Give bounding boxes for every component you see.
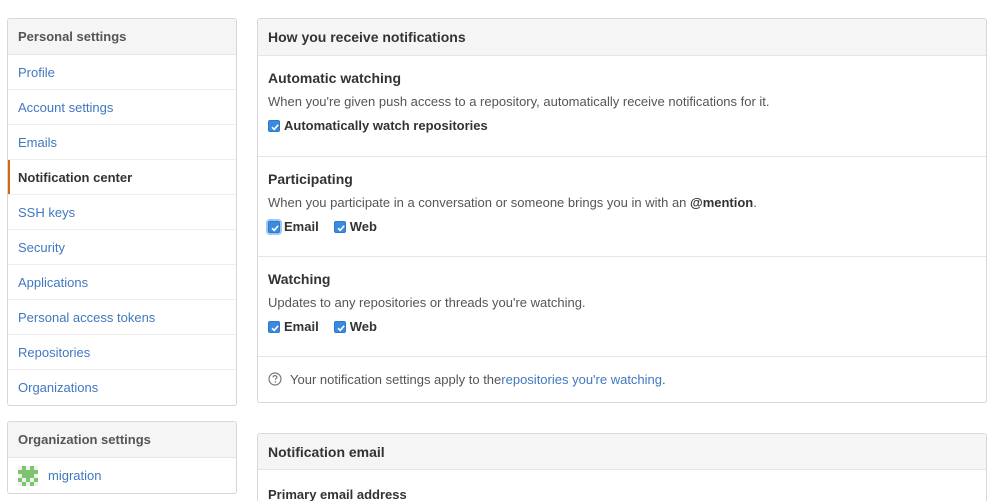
sidebar-item-organizations[interactable]: Organizations bbox=[8, 370, 236, 405]
organization-settings-menu: Organization settings migration bbox=[7, 421, 237, 494]
sidebar-item-profile[interactable]: Profile bbox=[8, 55, 236, 90]
checkbox-checked-icon bbox=[268, 220, 280, 233]
automatically-watch-label: Automatically watch repositories bbox=[284, 118, 488, 133]
sidebar-item-personal-access-tokens[interactable]: Personal access tokens bbox=[8, 300, 236, 335]
automatic-watching-section: Automatic watching When you're given pus… bbox=[258, 56, 986, 157]
sidebar-item-migration[interactable]: migration bbox=[8, 458, 236, 493]
sidebar-item-applications[interactable]: Applications bbox=[8, 265, 236, 300]
notification-email-box: Notification email Primary email address bbox=[257, 433, 987, 501]
automatic-watching-heading: Automatic watching bbox=[268, 70, 402, 86]
participating-web-checkbox[interactable]: Web bbox=[333, 219, 377, 234]
checkbox-checked-icon bbox=[333, 320, 346, 333]
watching-heading: Watching bbox=[268, 271, 331, 287]
sidebar-item-emails[interactable]: Emails bbox=[8, 125, 236, 160]
participating-heading: Participating bbox=[268, 171, 353, 187]
organization-settings-heading: Organization settings bbox=[8, 422, 236, 458]
automatically-watch-checkbox[interactable]: Automatically watch repositories bbox=[268, 118, 488, 133]
checkbox-checked-icon bbox=[333, 220, 346, 233]
watching-email-label: Email bbox=[284, 319, 319, 334]
sidebar-item-account-settings[interactable]: Account settings bbox=[8, 90, 236, 125]
automatic-watching-description: When you're given push access to a repos… bbox=[268, 94, 770, 109]
participating-email-checkbox[interactable]: Email bbox=[268, 219, 319, 234]
participating-description-end: . bbox=[753, 195, 757, 210]
personal-settings-menu: Personal settings Profile Account settin… bbox=[7, 18, 237, 406]
sidebar-item-ssh-keys[interactable]: SSH keys bbox=[8, 195, 236, 230]
org-name: migration bbox=[48, 468, 102, 483]
participating-section: Participating When you participate in a … bbox=[258, 157, 986, 257]
footnote-end: . bbox=[662, 371, 666, 387]
watching-web-label: Web bbox=[349, 319, 377, 334]
notification-email-title: Notification email bbox=[258, 434, 986, 470]
identicon-icon bbox=[18, 465, 38, 486]
participating-description: When you participate in a conversation o… bbox=[268, 195, 976, 210]
watching-description: Updates to any repositories or threads y… bbox=[268, 295, 586, 310]
watching-web-checkbox[interactable]: Web bbox=[333, 319, 377, 334]
participating-web-label: Web bbox=[349, 219, 377, 234]
notification-footnote: Your notification settings apply to the … bbox=[258, 357, 986, 401]
mention-text: @mention bbox=[690, 195, 754, 210]
footnote-text: Your notification settings apply to the bbox=[290, 371, 502, 387]
checkbox-checked-icon bbox=[268, 320, 280, 333]
watching-email-checkbox[interactable]: Email bbox=[268, 319, 319, 334]
watching-repositories-link[interactable]: repositories you're watching bbox=[501, 372, 662, 387]
sidebar-item-repositories[interactable]: Repositories bbox=[8, 335, 236, 370]
participating-email-label: Email bbox=[284, 219, 319, 234]
notifications-box: How you receive notifications Automatic … bbox=[257, 18, 987, 403]
checkbox-checked-icon bbox=[268, 119, 280, 132]
notifications-box-title: How you receive notifications bbox=[258, 19, 986, 56]
sidebar-item-security[interactable]: Security bbox=[8, 230, 236, 265]
question-icon bbox=[268, 372, 282, 386]
primary-email-label: Primary email address bbox=[268, 487, 407, 501]
personal-settings-heading: Personal settings bbox=[8, 19, 236, 55]
participating-description-text: When you participate in a conversation o… bbox=[268, 195, 691, 210]
sidebar-item-notification-center[interactable]: Notification center bbox=[8, 160, 236, 195]
watching-section: Watching Updates to any repositories or … bbox=[258, 257, 986, 357]
